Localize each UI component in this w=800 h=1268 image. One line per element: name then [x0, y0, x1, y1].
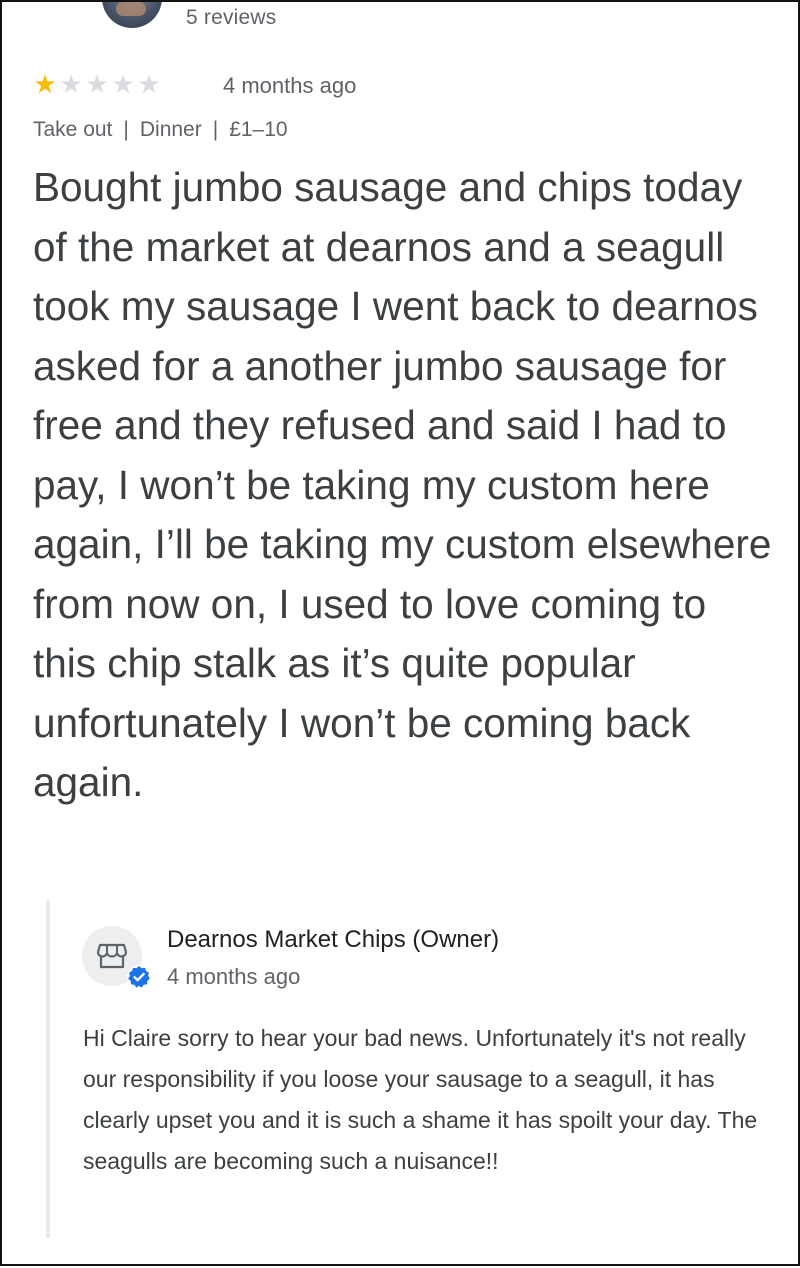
meta-divider: |	[212, 118, 219, 141]
meta-divider: |	[123, 118, 129, 141]
verified-icon	[127, 965, 151, 989]
star-empty-icon: ★	[111, 70, 135, 100]
review-time: 4 months ago	[223, 73, 357, 98]
star-rating: ★ ★ ★ ★ ★	[32, 72, 162, 98]
reviewer-avatar[interactable]	[102, 2, 162, 28]
stars-container: ★ ★ ★ ★ ★	[32, 72, 162, 98]
owner-reply-text: Hi Claire sorry to hear your bad news. U…	[83, 1025, 758, 1174]
star-filled-icon: ★	[33, 70, 57, 100]
owner-name[interactable]: Dearnos Market Chips (Owner)	[167, 926, 499, 954]
meta-price: £1–10	[229, 118, 288, 141]
meta-meal: Dinner	[139, 118, 202, 141]
review-card: 5 reviews ★ ★ ★ ★ ★ 4 months ago Take out | …	[0, 0, 800, 1266]
reviewer-review-count[interactable]: 5 reviews	[186, 6, 277, 30]
star-empty-icon: ★	[59, 70, 83, 100]
owner-reply-time: 4 months ago	[167, 964, 301, 989]
review-meta: Take out | Dinner | £1–10	[33, 118, 288, 142]
review-text: Bought jumbo sausage and chips today of …	[33, 164, 772, 805]
reply-divider	[46, 900, 50, 1238]
star-empty-icon: ★	[137, 70, 161, 100]
meta-service: Take out	[33, 118, 113, 141]
star-empty-icon: ★	[85, 70, 109, 100]
store-icon	[97, 943, 127, 969]
